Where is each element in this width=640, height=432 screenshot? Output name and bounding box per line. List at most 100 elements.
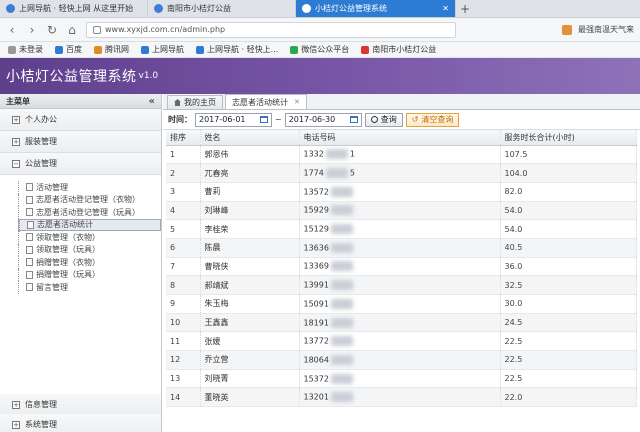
sidebar-item-donate-toys[interactable]: 捐赠管理（玩具） [18,268,161,282]
cell-name: 曹晓侠 [200,257,300,277]
new-tab-button[interactable]: + [456,0,474,17]
cell-phone: 18191 [299,313,501,333]
table-row[interactable]: 4 刘琳峰 15929 54.0 [166,201,637,221]
favicon-icon [302,4,311,13]
redacted-mark [330,280,353,291]
table-row[interactable]: 13 刘晓菁 15372 22.5 [166,369,637,389]
table-row[interactable]: 9 朱玉梅 15091 30.0 [166,294,637,314]
table-row[interactable]: 11 张媛 13772 22.5 [166,331,637,352]
cell-rank: 8 [166,275,201,295]
phone-suffix: 1 [349,149,355,159]
table-header-row: 排序 姓名 电话号码 服务时长合计(小时) [166,130,637,146]
sidebar-item-receive-clothes[interactable]: 领取管理（衣物） [18,231,161,244]
sidebar-item-donate-clothes[interactable]: 捐赠管理（衣物） [18,256,161,269]
table-row[interactable]: 10 王鑫鑫 18191 24.5 [166,313,637,333]
cell-hours: 22.5 [500,331,637,352]
table-row[interactable]: 5 李桂荣 15129 54.0 [166,219,637,239]
column-header-name[interactable]: 姓名 [200,130,300,146]
sidebar-item-activity[interactable]: 活动管理 [18,181,161,194]
column-header-phone[interactable]: 电话号码 [299,130,501,146]
table-row[interactable]: 7 曹晓侠 13369 36.0 [166,257,637,277]
cell-name: 刘晓菁 [200,369,300,389]
table-row[interactable]: 1 郭恩伟 1332 1 107.5 [166,145,637,165]
browser-tab-active[interactable]: 小桔灯公益管理系统 ✕ [296,0,456,17]
sidebar-item-volunteer-stats[interactable]: 志愿者活动统计 [18,218,161,232]
undo-icon: ↺ [411,115,419,124]
redacted-mark [330,317,353,328]
bookmark-item[interactable]: 上网导航 · 轻快上... [196,44,278,55]
tab-home[interactable]: 我的主页 [167,95,223,109]
weather-text: 最强南温天气来 [578,25,634,34]
bookmark-item[interactable]: 南阳市小桔灯公益 [361,44,436,55]
table-row[interactable]: 8 郝靖斌 13991 32.5 [166,275,637,295]
refresh-icon[interactable]: ↻ [46,23,58,37]
tab-volunteer-stats[interactable]: 志愿者活动统计 ✕ [225,94,307,109]
calendar-icon[interactable] [349,116,358,123]
address-bar-row: ‹ › ↻ ⌂ www.xyxjd.com.cn/admin.php 最强南温天… [0,18,640,42]
phone-prefix: 15129 [303,224,329,234]
sidebar-group-charity[interactable]: − 公益管理 [0,153,161,175]
sidebar-group-personal[interactable]: + 个人办公 [0,109,161,131]
cell-phone: 13636 [299,238,501,258]
home-icon[interactable]: ⌂ [66,23,78,37]
close-icon[interactable]: ✕ [442,4,449,13]
url-field[interactable]: www.xyxjd.com.cn/admin.php [86,21,456,38]
start-date-input[interactable]: 2017-06-01 [195,112,272,127]
redacted-mark [330,298,353,309]
query-button[interactable]: 查询 [364,112,403,127]
cell-rank: 10 [166,313,201,333]
sidebar-group-system[interactable]: + 系统管理 [0,414,161,432]
cell-rank: 7 [166,257,201,277]
column-header-hours[interactable]: 服务时长合计(小时) [500,130,637,146]
forward-arrow-icon[interactable]: › [26,23,38,37]
redacted-mark [330,261,353,272]
weather-widget[interactable]: 最强南温天气来 [562,24,634,35]
weather-icon [562,24,572,35]
browser-tab-strip: 上网导航 · 轻快上网 从这里开始 南阳市小桔灯公益 小桔灯公益管理系统 ✕ + [0,0,640,18]
cell-phone: 13369 [299,257,501,277]
bookmark-item[interactable]: 微信公众平台 [290,44,349,55]
favicon-icon [154,4,163,13]
redacted-mark [330,205,353,216]
cell-rank: 3 [166,182,201,202]
bookmark-item[interactable]: 未登录 [8,44,43,55]
clear-query-button[interactable]: ↺ 清空查询 [405,112,460,127]
sidebar-item-volunteer-toys[interactable]: 志愿者活动登记管理（玩具） [18,206,161,219]
close-icon[interactable]: ✕ [294,98,300,106]
cell-name: 曹莉 [200,182,300,202]
file-icon [26,258,33,267]
end-date-input[interactable]: 2017-06-30 [284,112,362,127]
file-icon [26,195,33,204]
sidebar-item-messages[interactable]: 留言管理 [18,281,161,294]
cell-name: 张媛 [200,331,300,352]
sidebar-item-receive-toys[interactable]: 领取管理（玩具） [18,243,161,257]
cell-hours: 54.0 [500,219,637,239]
table-row[interactable]: 12 乔立营 18064 22.5 [166,350,637,370]
back-arrow-icon[interactable]: ‹ [6,23,18,37]
browser-tab[interactable]: 上网导航 · 轻快上网 从这里开始 [0,0,148,17]
column-header-rank[interactable]: 排序 [166,130,201,146]
calendar-icon[interactable] [260,116,268,123]
bookmark-item[interactable]: 腾讯网 [94,44,129,55]
table-row[interactable]: 3 曹莉 13572 82.0 [166,182,637,202]
redacted-mark [330,354,353,365]
phone-prefix: 13572 [303,187,329,197]
collapse-icon[interactable]: « [149,96,155,107]
bookmark-item[interactable]: 百度 [55,44,82,55]
table-row[interactable]: 6 陈晨 13636 40.5 [166,238,637,258]
cell-hours: 40.5 [500,238,637,258]
redacted-mark [330,242,353,253]
sidebar-group-info[interactable]: + 信息管理 [0,394,161,416]
cell-phone: 13772 [299,331,501,352]
table-row[interactable]: 14 董晓英 13201 22.0 [166,387,637,408]
sidebar-group-clothing[interactable]: + 服装管理 [0,131,161,153]
table-row[interactable]: 2 兀春亮 1774 5 104.0 [166,163,637,183]
app-title: 小桔灯公益管理系统 [6,69,137,85]
cell-hours: 22.5 [500,350,637,370]
cell-hours: 36.0 [500,257,637,277]
sidebar-item-volunteer-clothes[interactable]: 志愿者活动登记管理（衣物） [18,193,161,207]
bookmark-item[interactable]: 上网导航 [141,44,184,55]
cell-phone: 15129 [299,219,501,239]
phone-prefix: 1332 [303,149,324,159]
browser-tab[interactable]: 南阳市小桔灯公益 [148,0,296,17]
